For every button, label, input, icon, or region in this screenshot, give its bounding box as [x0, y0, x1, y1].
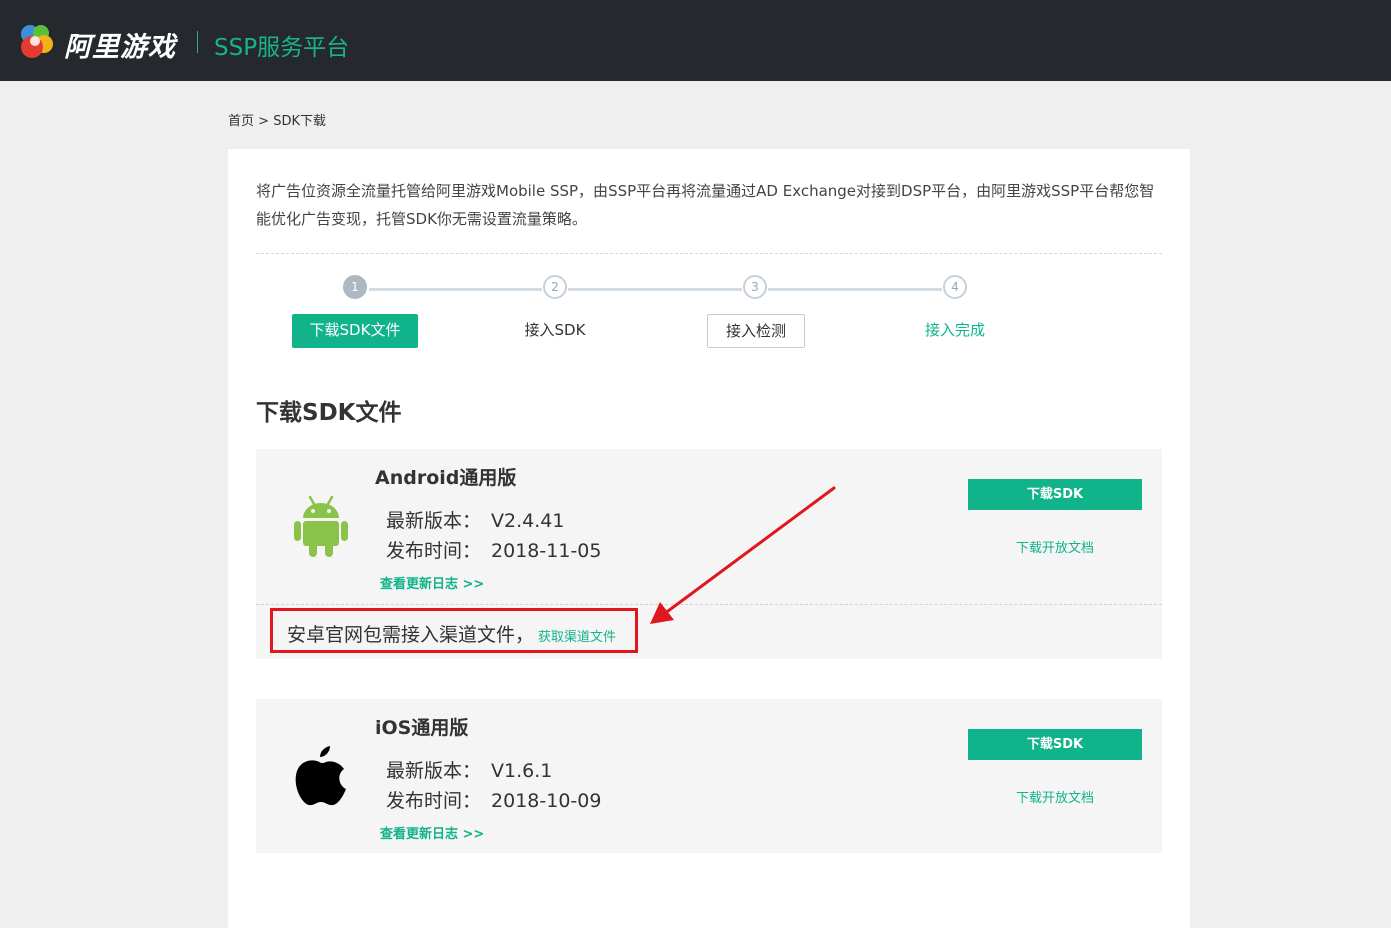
step-connector [768, 288, 942, 291]
step-4-integration-complete[interactable]: 接入完成 [892, 314, 1018, 348]
step-2-circle: 2 [543, 275, 567, 299]
date-value: 2018-11-05 [491, 540, 602, 562]
date-label: 发布时间： [386, 540, 482, 562]
channel-note: 安卓官网包需接入渠道文件， 获取渠道文件 [287, 620, 616, 647]
apple-icon [295, 746, 346, 806]
get-channel-file-link[interactable]: 获取渠道文件 [538, 630, 616, 645]
step-connector [369, 288, 542, 291]
version-value: V2.4.41 [491, 510, 565, 532]
android-icon [294, 495, 348, 557]
channel-note-text: 安卓官网包需接入渠道文件， [287, 624, 535, 646]
breadcrumb-separator: > [258, 114, 270, 129]
version-label: 最新版本： [386, 760, 482, 782]
platform-name: SSP服务平台 [214, 35, 350, 61]
version-value: V1.6.1 [491, 760, 553, 782]
step-4-circle: 4 [943, 275, 967, 299]
step-1-download-sdk[interactable]: 下载SDK文件 [292, 314, 418, 348]
android-download-docs-link[interactable]: 下载开放文档 [968, 537, 1142, 556]
breadcrumb: 首页 > SDK下载 [228, 110, 326, 129]
breadcrumb-current: SDK下载 [273, 114, 326, 129]
brand-name[interactable]: 阿里游戏 [64, 25, 176, 64]
version-label: 最新版本： [386, 510, 482, 532]
section-title: 下载SDK文件 [256, 400, 402, 426]
android-changelog-link[interactable]: 查看更新日志 >> [380, 573, 484, 592]
date-label: 发布时间： [386, 790, 482, 812]
channel-file-highlight: 安卓官网包需接入渠道文件， 获取渠道文件 [270, 608, 638, 653]
android-download-sdk-button[interactable]: 下载SDK [968, 479, 1142, 510]
step-connector [568, 288, 742, 291]
step-3-integration-check[interactable]: 接入检测 [707, 314, 805, 348]
step-3-circle: 3 [743, 275, 767, 299]
date-value: 2018-10-09 [491, 790, 602, 812]
step-2-integrate-sdk[interactable]: 接入SDK [492, 314, 618, 348]
divider [256, 253, 1162, 254]
brand-divider [197, 31, 198, 53]
intro-text: 将广告位资源全流量托管给阿里游戏Mobile SSP，由SSP平台再将流量通过A… [256, 182, 1155, 228]
ios-changelog-link[interactable]: 查看更新日志 >> [380, 823, 484, 842]
ios-download-docs-link[interactable]: 下载开放文档 [968, 787, 1142, 806]
step-1-circle: 1 [343, 275, 367, 299]
android-sdk-name: Android通用版 [375, 467, 517, 489]
ios-download-sdk-button[interactable]: 下载SDK [968, 729, 1142, 760]
ios-sdk-name: iOS通用版 [375, 717, 469, 739]
ios-sdk-card: iOS通用版 最新版本： V1.6.1 发布时间： 2018-10-09 查看更新日… [256, 699, 1162, 853]
ali-games-logo-icon[interactable] [17, 22, 55, 60]
top-bar: 阿里游戏 SSP服务平台 [0, 0, 1391, 81]
annotation-arrow-icon [650, 486, 836, 624]
ios-version-row: 最新版本： V1.6.1 [386, 756, 552, 783]
breadcrumb-home[interactable]: 首页 [228, 114, 254, 129]
android-version-row: 最新版本： V2.4.41 [386, 506, 564, 533]
android-date-row: 发布时间： 2018-11-05 [386, 536, 601, 563]
ios-date-row: 发布时间： 2018-10-09 [386, 786, 601, 813]
